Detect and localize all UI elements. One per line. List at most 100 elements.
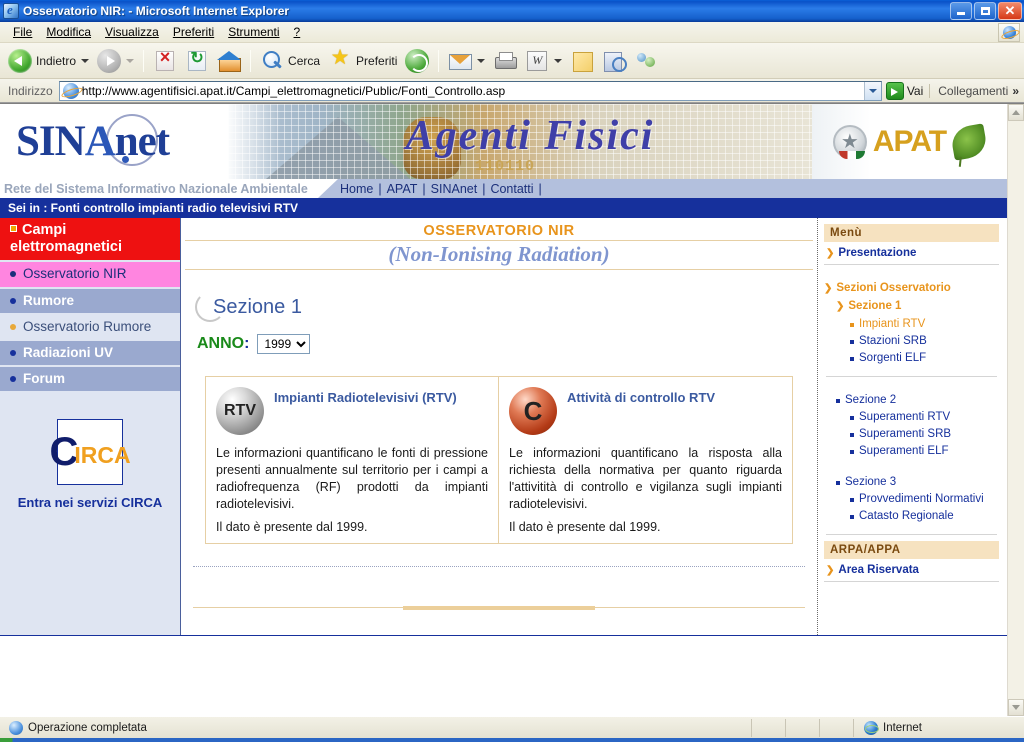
menu-bar: File Modifica Visualizza Preferiti Strum…: [0, 22, 1024, 43]
edit-button[interactable]: [521, 46, 566, 76]
top-nav: Home | APAT | SINAnet | Contatti |: [318, 179, 1007, 198]
panel-note: Il dato è presente dal 1999.: [509, 519, 661, 534]
panel-attivita-controllo-rtv[interactable]: C Attività di controllo RTV Le informazi…: [499, 377, 792, 543]
menu-item-label: Sezione 2: [845, 393, 897, 406]
menu-item-impianti-rtv[interactable]: Impianti RTV: [824, 315, 999, 332]
square-bullet-icon: [850, 415, 854, 420]
history-button[interactable]: [401, 46, 433, 76]
circa-logo[interactable]: C IRCA: [49, 419, 131, 486]
favorites-label: Preferiti: [356, 53, 398, 68]
menu-item-label: Superamenti ELF: [859, 444, 949, 457]
home-icon: [217, 49, 242, 73]
mail-dropdown-icon[interactable]: [477, 58, 486, 63]
messenger-icon: [634, 49, 658, 73]
menu-item-provvedimenti-normativi[interactable]: Provvedimenti Normativi: [824, 490, 999, 507]
menu-item-sezione-2[interactable]: Sezione 2: [824, 391, 999, 408]
menu-help[interactable]: ?: [287, 23, 308, 41]
menu-link-area-riservata[interactable]: ❯ Area Riservata: [824, 559, 999, 582]
chevron-down-icon: [1012, 705, 1020, 710]
menu-item-sorgenti-elf[interactable]: Sorgenti ELF: [824, 349, 999, 366]
panel-impianti-rtv[interactable]: RTV Impianti Radiotelevisivi (RTV) Le in…: [206, 377, 499, 544]
panel-title[interactable]: Attività di controllo RTV: [567, 387, 715, 405]
ie-brand-button[interactable]: [998, 23, 1020, 42]
address-dropdown-button[interactable]: [863, 81, 881, 100]
sidebar-item-osservatorio-nir[interactable]: Osservatorio NIR: [0, 262, 180, 289]
status-message-pane: Operazione completata: [0, 718, 752, 737]
menu-item-sezione-3[interactable]: Sezione 3: [824, 473, 999, 490]
security-zone-pane[interactable]: Internet: [854, 719, 1024, 737]
arpa-header: ARPA/APPA: [824, 541, 999, 559]
vertical-scrollbar[interactable]: [1007, 104, 1024, 716]
minimize-button[interactable]: [950, 1, 972, 20]
apat-logo[interactable]: APAT: [812, 104, 1007, 179]
home-button[interactable]: [213, 46, 245, 76]
menu-preferiti[interactable]: Preferiti: [166, 23, 221, 41]
close-icon: ✕: [1004, 3, 1016, 18]
sidebar-item-forum[interactable]: Forum: [0, 367, 180, 394]
panel-title[interactable]: Impianti Radiotelevisivi (RTV): [274, 387, 457, 405]
links-button[interactable]: Collegamenti: [929, 83, 1012, 98]
panel-header: C Attività di controllo RTV: [509, 387, 782, 439]
refresh-button[interactable]: [181, 46, 213, 76]
menu-item-sezione-1[interactable]: ❯ Sezione 1: [824, 297, 999, 315]
back-dropdown-icon[interactable]: [81, 58, 90, 63]
menu-item-sezioni-osservatorio[interactable]: ❯ Sezioni Osservatorio: [824, 279, 999, 297]
menu-item-superamenti-rtv[interactable]: Superamenti RTV: [824, 408, 999, 425]
sidebar-item-radiazioni-uv[interactable]: Radiazioni UV: [0, 340, 180, 368]
menu-visualizza[interactable]: Visualizza: [98, 23, 166, 41]
restore-button[interactable]: [974, 1, 996, 20]
circa-logo-rest: IRCA: [74, 441, 131, 468]
nav-link-home[interactable]: Home: [340, 182, 373, 196]
sidebar-item-campi-elettromagnetici[interactable]: Campi elettromagnetici: [0, 218, 180, 263]
year-colon: :: [244, 335, 250, 352]
year-select[interactable]: 1999: [257, 334, 311, 354]
menu-help-label: ?: [293, 25, 301, 39]
sidebar-item-rumore[interactable]: Rumore: [0, 288, 180, 315]
window-title: Osservatorio NIR: - Microsoft Internet E…: [23, 3, 290, 18]
menu-file[interactable]: File: [6, 23, 39, 41]
menu-item-label: Catasto Regionale: [859, 509, 954, 522]
menu-item-catasto-regionale[interactable]: Catasto Regionale: [824, 507, 999, 524]
favorites-button[interactable]: Preferiti: [324, 45, 401, 76]
restore-icon: [980, 6, 990, 15]
menu-item-superamenti-elf[interactable]: Superamenti ELF: [824, 442, 999, 459]
menu-item-stazioni-srb[interactable]: Stazioni SRB: [824, 332, 999, 349]
nav-link-contatti[interactable]: Contatti: [490, 182, 533, 196]
sidebar-item-osservatorio-rumore[interactable]: Osservatorio Rumore: [0, 314, 180, 341]
menu-item-superamenti-srb[interactable]: Superamenti SRB: [824, 425, 999, 442]
nav-link-sinanet[interactable]: SINAnet: [431, 182, 478, 196]
discuss-button[interactable]: [598, 46, 630, 76]
edit-dropdown-icon[interactable]: [554, 58, 563, 63]
messenger-button[interactable]: [630, 46, 662, 76]
chevron-right-icon: ❯: [824, 282, 833, 294]
site-tagline: Rete del Sistema Informativo Nazionale A…: [4, 181, 308, 196]
page-title: OSSERVATORIO NIR: [185, 218, 813, 241]
address-input[interactable]: http://www.agentifisici.apat.it/Campi_el…: [58, 80, 882, 101]
right-menu: Menù ❯ Presentazione ❯ Sezioni Osservatori…: [818, 218, 1007, 635]
close-button[interactable]: ✕: [998, 1, 1022, 20]
menu-modifica[interactable]: Modifica: [39, 23, 98, 41]
menu-link-presentazione[interactable]: ❯ Presentazione: [824, 242, 999, 265]
forward-dropdown-icon[interactable]: [126, 58, 135, 63]
menu-header: Menù: [824, 224, 999, 242]
ie-browser-window: Osservatorio NIR: - Microsoft Internet E…: [0, 0, 1024, 742]
menu-file-label: File: [13, 25, 33, 39]
square-bullet-icon: [850, 322, 854, 327]
circa-link[interactable]: Entra nei servizi CIRCA: [0, 495, 180, 510]
chevron-down-icon: [868, 88, 877, 93]
scroll-down-button[interactable]: [1008, 699, 1024, 716]
print-button[interactable]: [489, 46, 521, 76]
sinanet-logo[interactable]: SINAnet: [0, 104, 228, 179]
go-button[interactable]: Vai: [882, 81, 929, 100]
stop-button[interactable]: [149, 46, 181, 76]
search-button[interactable]: Cerca: [256, 46, 324, 76]
menu-strumenti[interactable]: Strumenti: [221, 23, 286, 41]
menu-item-label: Provvedimenti Normativi: [859, 492, 984, 505]
nav-link-apat[interactable]: APAT: [387, 182, 418, 196]
back-button[interactable]: Indietro: [4, 46, 93, 76]
toolbar-overflow-icon[interactable]: »: [1012, 84, 1022, 98]
scroll-up-button[interactable]: [1008, 104, 1024, 121]
notes-button[interactable]: [566, 46, 598, 76]
mail-button[interactable]: [444, 46, 489, 76]
forward-button[interactable]: [93, 46, 138, 76]
